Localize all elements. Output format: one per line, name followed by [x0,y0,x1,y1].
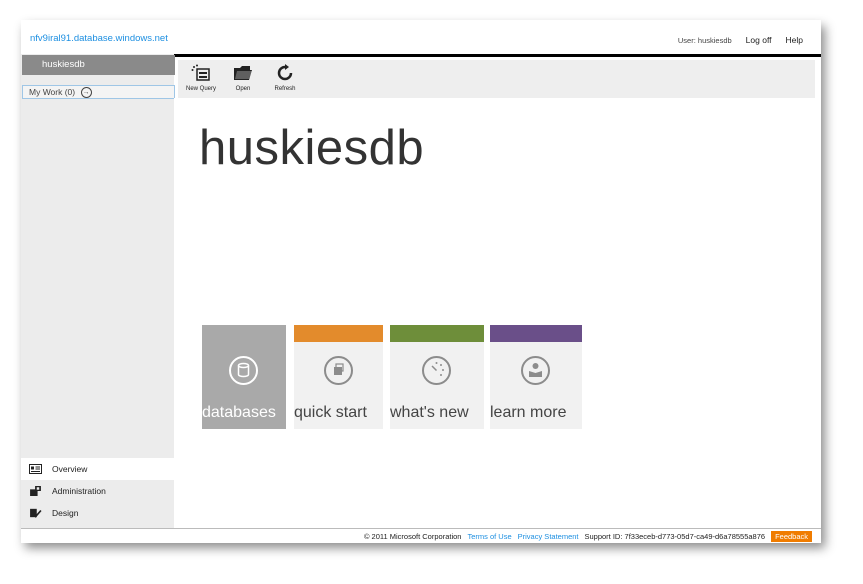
arrow-right-icon: → [80,87,92,99]
main-content: huskiesdb databases quick start what's n… [174,98,821,528]
tile-learn-more[interactable]: learn more [490,325,582,429]
new-query-label: New Query [185,86,216,92]
reader-icon [521,356,550,385]
top-bar: nfv9iral91.database.windows.net User: hu… [21,20,821,54]
nav-administration-label: Administration [52,486,106,496]
database-title[interactable]: huskiesdb [22,55,175,75]
new-query-icon [191,64,210,81]
toolbar: New Query Open Refresh [178,60,815,98]
sidebar: huskiesdb My Work (0) → Overview Adminis… [21,54,175,528]
database-icon [229,356,258,385]
header-divider [174,54,821,57]
tile-quick-start-bar [294,325,383,342]
server-name: nfv9iral91.database.windows.net [30,33,168,44]
new-query-button[interactable]: New Query [184,64,218,92]
help-link[interactable]: Help [786,35,803,45]
terms-of-use-link[interactable]: Terms of Use [467,532,511,541]
footer-content: © 2011 Microsoft Corporation Terms of Us… [364,531,812,542]
dial-icon [422,356,451,385]
top-right-links: User: huskiesdb Log off Help [678,35,803,45]
tile-whats-new-bar [390,325,484,342]
open-button[interactable]: Open [231,64,255,92]
overview-icon [29,464,42,474]
folder-icon [234,66,252,80]
nav-administration[interactable]: Administration [21,480,174,502]
privacy-statement-link[interactable]: Privacy Statement [518,532,579,541]
tile-learn-more-label: learn more [490,404,567,421]
nav-overview-label: Overview [52,464,88,474]
design-icon [30,508,42,518]
tile-databases-label: databases [202,404,276,421]
my-work-link[interactable]: My Work (0) → [22,85,175,99]
tile-quick-start[interactable]: quick start [294,325,383,429]
nav-design-label: Design [52,508,79,518]
tile-learn-more-bar [490,325,582,342]
app-window: nfv9iral91.database.windows.net User: hu… [21,20,821,543]
tile-whats-new-label: what's new [390,404,469,421]
tile-databases[interactable]: databases [202,325,286,429]
support-id: Support ID: 7f33eceb-d773-05d7-ca49-d6a7… [584,532,766,541]
quick-start-icon [323,356,353,385]
refresh-label: Refresh [274,86,296,92]
tile-quick-start-label: quick start [294,404,367,421]
page-title: huskiesdb [199,121,425,175]
my-work-label: My Work (0) [29,87,76,97]
tile-whats-new[interactable]: what's new [390,325,484,429]
user-label: User: huskiesdb [677,35,732,45]
feedback-button[interactable]: Feedback [771,531,812,542]
refresh-button[interactable]: Refresh [272,64,298,92]
nav-overview[interactable]: Overview [21,458,174,480]
log-off-link[interactable]: Log off [746,35,772,45]
open-label: Open [235,86,251,92]
nav-design[interactable]: Design [21,502,174,524]
copyright-text: © 2011 Microsoft Corporation [363,532,462,541]
footer: © 2011 Microsoft Corporation Terms of Us… [21,528,821,543]
refresh-icon [277,64,293,81]
administration-icon [30,486,41,496]
